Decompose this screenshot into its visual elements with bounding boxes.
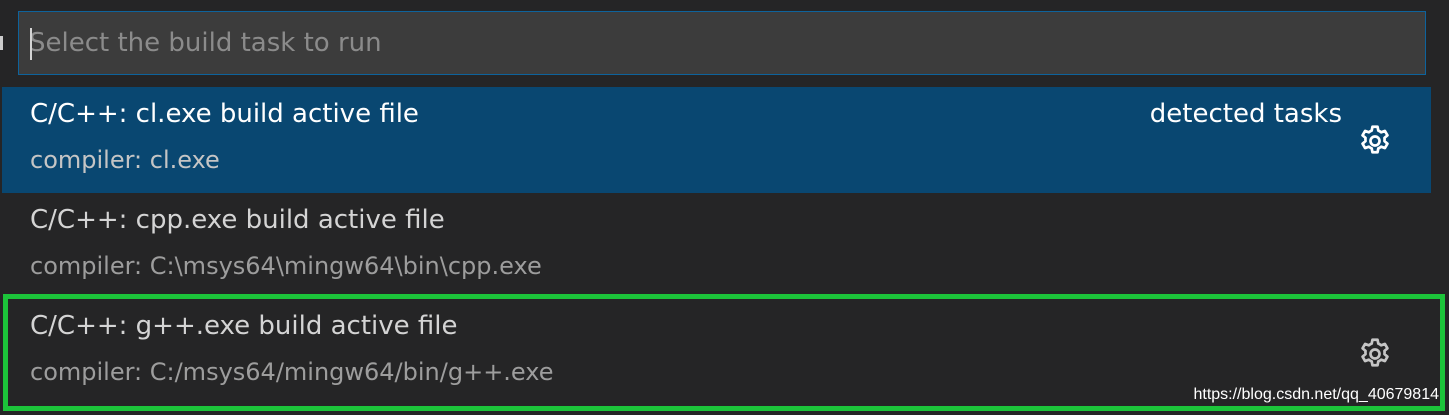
item-detail: compiler: cl.exe (30, 146, 220, 174)
gear-icon[interactable] (1357, 123, 1393, 159)
item-detail: compiler: C:\msys64\mingw64\bin\cpp.exe (30, 252, 542, 280)
item-detail: compiler: C:/msys64/mingw64/bin/g++.exe (30, 358, 554, 386)
text-cursor (30, 28, 32, 60)
edge-marker (0, 36, 3, 50)
list-item-cpp-build[interactable]: C/C++: cpp.exe build active file compile… (2, 193, 1431, 299)
item-label: C/C++: g++.exe build active file (30, 311, 458, 341)
item-label: C/C++: cpp.exe build active file (30, 205, 445, 235)
gear-icon[interactable] (1357, 336, 1393, 372)
watermark-text: https://blog.csdn.net/qq_40679814 (1193, 386, 1439, 403)
search-input[interactable] (29, 12, 1409, 74)
list-item-cl-build[interactable]: C/C++: cl.exe build active file compiler… (2, 87, 1431, 193)
item-label: C/C++: cl.exe build active file (30, 99, 419, 129)
quick-pick-panel: C/C++: cl.exe build active file compiler… (0, 0, 1449, 415)
item-group-label: detected tasks (1149, 99, 1342, 129)
search-box[interactable] (18, 11, 1426, 75)
